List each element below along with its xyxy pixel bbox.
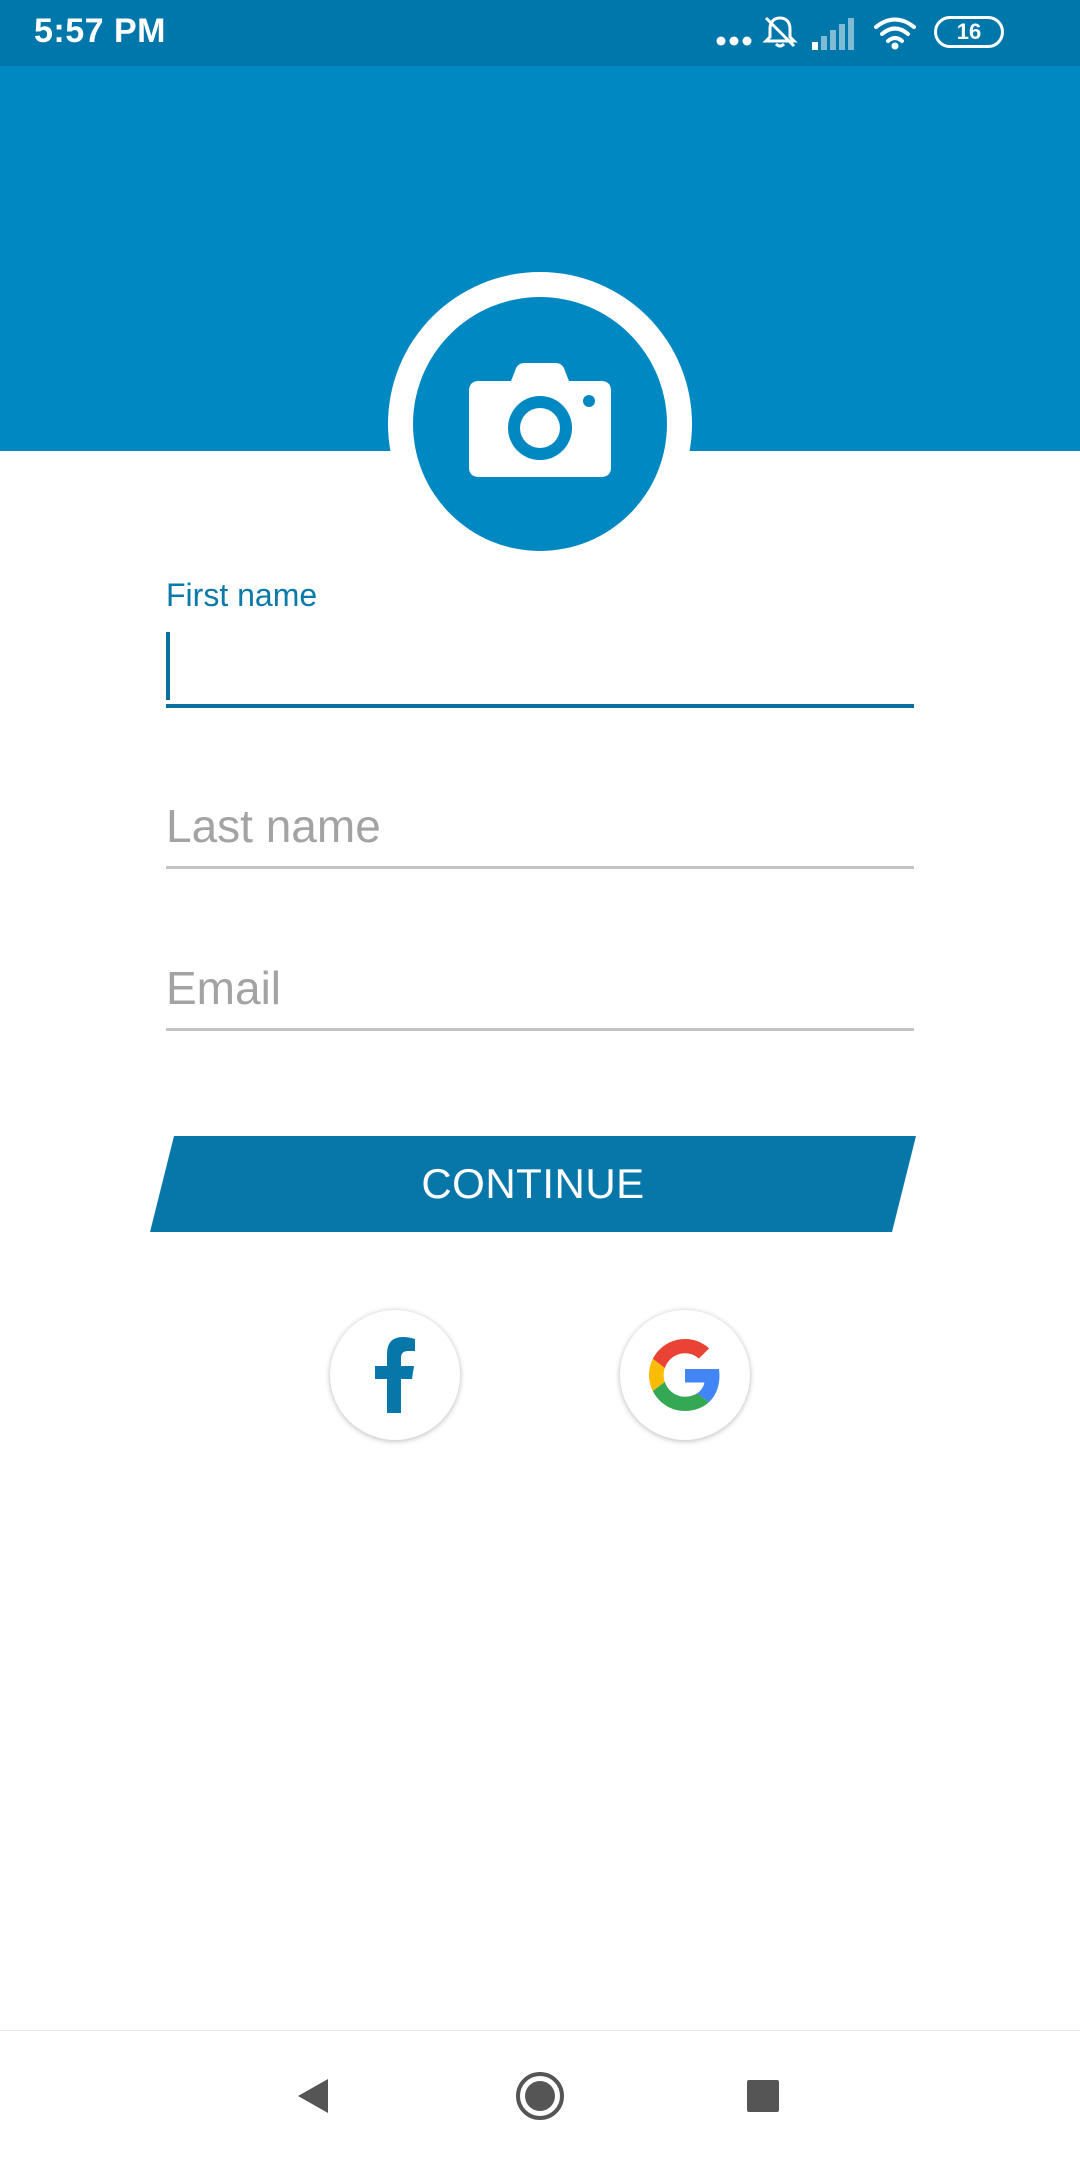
- avatar-photo-button[interactable]: [413, 297, 667, 551]
- back-icon: [298, 2079, 328, 2113]
- first-name-input[interactable]: [166, 632, 914, 700]
- home-icon: [516, 2072, 564, 2120]
- status-time: 5:57 PM: [34, 12, 166, 50]
- nav-recents-button[interactable]: [728, 2061, 798, 2131]
- navigation-bar: [0, 2030, 1080, 2160]
- last-name-underline: [166, 866, 914, 869]
- battery-icon: 16: [934, 16, 1004, 48]
- nav-back-button[interactable]: [278, 2061, 348, 2131]
- bell-off-icon: [762, 16, 798, 48]
- first-name-field: First name: [166, 574, 914, 714]
- first-name-underline: [166, 704, 914, 708]
- facebook-icon: [375, 1337, 415, 1413]
- more-dots-icon: [716, 36, 752, 46]
- email-input[interactable]: [166, 952, 914, 1024]
- email-field: [166, 952, 914, 1042]
- camera-icon: [469, 363, 611, 477]
- continue-label: CONTINUE: [421, 1160, 645, 1207]
- last-name-input[interactable]: [166, 790, 914, 862]
- battery-level: 16: [956, 19, 982, 44]
- nav-home-button[interactable]: [505, 2061, 575, 2131]
- google-icon: [649, 1339, 720, 1411]
- status-bar: 5:57 PM 16: [0, 0, 1080, 66]
- continue-button[interactable]: CONTINUE: [150, 1136, 916, 1232]
- wifi-icon: [874, 17, 916, 50]
- email-underline: [166, 1028, 914, 1031]
- last-name-field: [166, 790, 914, 880]
- signal-icon: [812, 18, 854, 50]
- google-login-button[interactable]: [620, 1310, 750, 1440]
- facebook-login-button[interactable]: [330, 1310, 460, 1440]
- recents-icon: [747, 2080, 779, 2112]
- status-icons: 16: [716, 14, 1046, 54]
- first-name-label: First name: [166, 577, 318, 613]
